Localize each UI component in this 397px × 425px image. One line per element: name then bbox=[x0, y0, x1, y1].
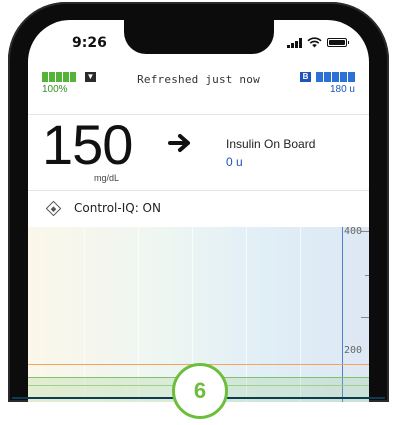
graph-gridline bbox=[246, 227, 247, 402]
phone-screen: 9:26 100% ▼ Refreshed just now B 180 u 1… bbox=[28, 20, 369, 402]
control-iq-diamond-icon bbox=[45, 200, 62, 217]
status-icons bbox=[287, 37, 349, 48]
phone-notch bbox=[124, 20, 274, 54]
pump-status-bar: 100% ▼ Refreshed just now B 180 u bbox=[28, 68, 369, 115]
wifi-icon bbox=[307, 37, 322, 48]
bg-unit: mg/dL bbox=[94, 173, 120, 183]
status-time: 9:26 bbox=[72, 35, 107, 51]
glucose-reading[interactable]: 150 mg/dL Insulin On Board 0 u bbox=[28, 115, 369, 191]
iob-value: 0 u bbox=[226, 155, 243, 169]
step-number-badge: 6 bbox=[172, 363, 228, 419]
phone-battery-icon bbox=[327, 38, 349, 47]
axis-label-400: 400 bbox=[344, 226, 363, 237]
control-iq-label: Control-IQ: ON bbox=[74, 201, 161, 215]
graph-gridline bbox=[84, 227, 85, 402]
axis-tick bbox=[361, 317, 369, 318]
bolus-badge: B bbox=[300, 72, 311, 82]
phone-frame: 9:26 100% ▼ Refreshed just now B 180 u 1… bbox=[8, 2, 389, 402]
cellular-signal-icon bbox=[287, 37, 302, 48]
insulin-remaining: 180 u bbox=[329, 84, 355, 95]
arrow-right-icon bbox=[168, 134, 190, 152]
graph-gridline bbox=[300, 227, 301, 402]
axis-tick bbox=[365, 275, 369, 276]
current-time-line bbox=[342, 227, 343, 402]
iob-label: Insulin On Board bbox=[226, 137, 316, 151]
control-iq-status[interactable]: Control-IQ: ON bbox=[28, 191, 369, 228]
axis-tick bbox=[361, 231, 369, 232]
graph-gridline bbox=[138, 227, 139, 402]
axis-label-200: 200 bbox=[344, 345, 363, 356]
bg-value: 150 bbox=[42, 113, 133, 176]
insulin-level-icon bbox=[316, 72, 355, 82]
